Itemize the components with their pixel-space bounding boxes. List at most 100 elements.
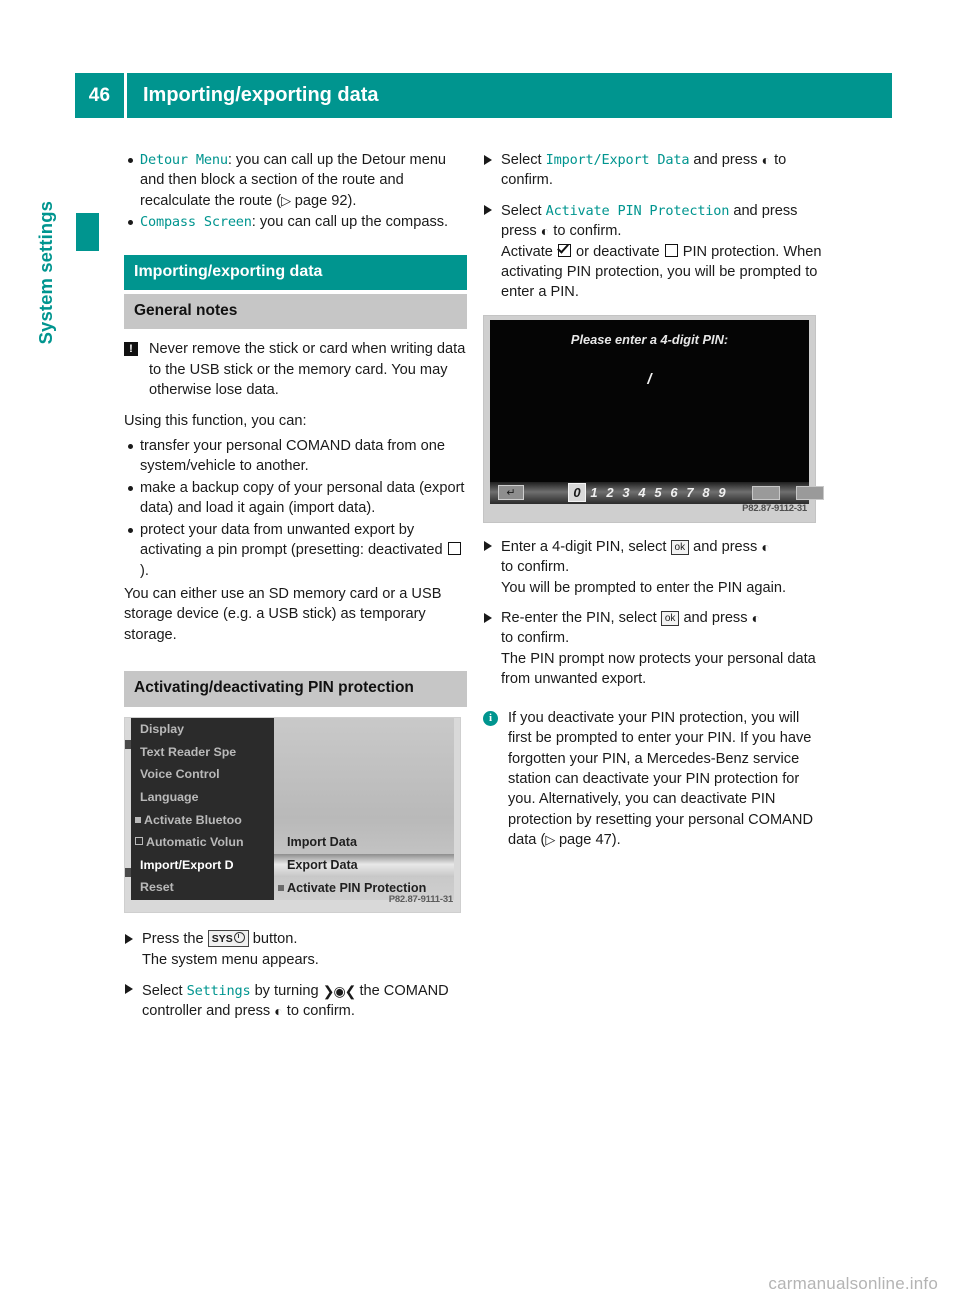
step-result: You will be prompted to enter the PIN ag… <box>501 579 787 596</box>
controller-press-icon: ◐ <box>751 610 761 627</box>
menu-item-label: Import/Export D <box>140 857 234 872</box>
intro-paragraph: Using this function, you can: <box>124 412 307 429</box>
submenu-item-export-data[interactable]: Export Data <box>274 854 454 878</box>
menu-item-label: Activate Bluetoo <box>144 812 242 827</box>
section-heading-importing-exporting-data: Importing/exporting data <box>124 254 467 291</box>
subsection-heading-general-notes: General notes <box>124 294 467 330</box>
instruction-step: Select Activate PIN Protection and press… <box>483 201 826 303</box>
watermark: carmanualsonline.info <box>768 1274 938 1293</box>
screenshot-caption: P82.87-9111-31 <box>388 893 453 905</box>
step-text: Select <box>501 152 542 168</box>
screenshot-caption: P82.87-9112-31 <box>742 503 807 515</box>
menu-item[interactable]: Automatic Volun <box>131 831 274 854</box>
step-text: Select <box>142 982 183 999</box>
menu-item[interactable]: Voice Control <box>131 763 274 786</box>
step-text-tail: to confirm. <box>501 630 570 647</box>
step-marker-icon <box>125 933 133 944</box>
step-extra-mid: or deactivate <box>576 243 660 260</box>
pin-cursor: / <box>647 370 652 388</box>
menu-term-settings: Settings <box>186 982 251 999</box>
pin-digit[interactable]: 9 <box>714 483 730 503</box>
pin-digit[interactable]: 7 <box>682 483 698 503</box>
instruction-step: Re-enter the PIN, select ok and press ◐ … <box>483 608 826 690</box>
pin-digit[interactable]: 5 <box>650 483 666 503</box>
menu-term-compass-screen: Compass Screen <box>140 214 252 231</box>
controller-press-icon: ◐ <box>540 223 550 240</box>
ok-button-icon: ok <box>660 611 680 627</box>
menu-item-label: Display <box>140 722 185 737</box>
controller-press-icon: ◐ <box>761 538 770 555</box>
page-number: 46 <box>88 84 111 106</box>
menu-term-import-export-data: Import/Export Data <box>545 152 690 168</box>
sys-button-icon: SYS <box>207 930 249 948</box>
pin-digit-row: 0 1 2 3 4 5 6 7 8 9 <box>568 483 730 503</box>
checkbox-unchecked-icon <box>664 243 678 257</box>
step-text-press-label: press <box>501 223 537 240</box>
step-text-mid: and press <box>693 538 758 555</box>
checkbox-unchecked-icon <box>135 837 143 846</box>
submenu-item-import-data[interactable]: Import Data <box>274 831 454 854</box>
pin-digit[interactable]: 1 <box>586 483 602 503</box>
ok-button-icon: ok <box>670 539 690 555</box>
step-marker-icon <box>484 612 492 623</box>
list-item: transfer your personal COMAND data from … <box>124 436 467 477</box>
comand-menu-screenshot: Display Text Reader Spe Voice Control La… <box>124 717 461 914</box>
controller-press-icon: ◐ <box>761 152 771 168</box>
menu-term-detour-menu: Detour Menu <box>140 152 228 168</box>
step-text: Re-enter the PIN, select <box>501 610 657 627</box>
menu-item[interactable]: Reset <box>131 876 274 899</box>
menu-item[interactable]: Display <box>131 718 274 741</box>
pin-digit[interactable]: 2 <box>602 483 618 503</box>
list-item: Detour Menu: you can call up the Detour … <box>124 150 467 211</box>
menu-item-label: Language <box>140 789 199 804</box>
menu-term-activate-pin-protection: Activate PIN Protection <box>545 202 730 219</box>
page-ref-arrow-icon: ▷ <box>281 192 295 208</box>
menu-item-selected[interactable]: Import/Export D <box>131 854 274 877</box>
step-extra-pre: Activate <box>501 243 553 260</box>
step-text-mid: by turning <box>254 982 319 999</box>
menu-item[interactable]: Activate Bluetoo <box>131 809 274 832</box>
pin-prompt-text: Please enter a 4-digit PIN: <box>570 331 729 347</box>
page-reference: page 92 <box>294 192 348 209</box>
pin-digit[interactable]: 8 <box>698 483 714 503</box>
pin-digit[interactable]: 6 <box>666 483 682 503</box>
menu-left-panel: Display Text Reader Spe Voice Control La… <box>131 718 274 901</box>
pin-digit-selected[interactable]: 0 <box>568 483 586 503</box>
pin-digit[interactable]: 4 <box>634 483 650 503</box>
step-text-mid: and press <box>683 610 748 627</box>
list-item-text: protect your data from unwanted export b… <box>140 521 443 559</box>
menu-item[interactable]: Language <box>131 786 274 809</box>
list-item-tail: ). <box>140 562 149 579</box>
warning-note-text: Never remove the stick or card when writ… <box>149 341 466 399</box>
submenu-item-label: Import Data <box>287 835 357 850</box>
pin-delete-icon[interactable] <box>752 485 780 500</box>
step-marker-icon <box>484 205 492 216</box>
subsection-heading-pin-protection: Activating/deactivating PIN protection <box>124 671 467 708</box>
page-title: Importing/exporting data <box>143 84 379 106</box>
menu-item-label: Text Reader Spe <box>140 744 237 759</box>
backspace-icon[interactable] <box>498 483 524 504</box>
step-text: Press the <box>142 931 204 948</box>
checkbox-unchecked-icon <box>447 542 461 556</box>
instruction-step: Press the SYS button. The system menu ap… <box>124 929 467 970</box>
step-marker-icon <box>484 154 492 165</box>
list-item-text: make a backup copy of your personal data… <box>140 479 465 517</box>
instruction-step: Select Settings by turning ❯◉❮ the COMAN… <box>124 980 467 1022</box>
step-text: Enter a 4-digit PIN, select <box>501 538 667 555</box>
section-tab-label: System settings <box>35 201 56 345</box>
page-header: 46 Importing/exporting data <box>75 73 892 118</box>
step-text: Select <box>501 202 542 219</box>
info-note-text: If you deactivate your PIN protection, y… <box>508 709 813 849</box>
menu-right-panel: Import Data Export Data Activate PIN Pro… <box>274 718 454 901</box>
step-text-tail: to confirm. <box>501 559 570 576</box>
pin-digit[interactable]: 3 <box>618 483 634 503</box>
list-item: Compass Screen: you can call up the comp… <box>124 212 467 232</box>
step-text-mid: and press <box>733 202 798 219</box>
menu-item[interactable]: Text Reader Spe <box>131 741 274 764</box>
pin-ok-icon[interactable] <box>796 485 824 500</box>
step-result: The system menu appears. <box>142 951 319 968</box>
instruction-step: Select Import/Export Data and press ◐ to… <box>483 150 826 191</box>
step-text-tail: to confirm. <box>286 1003 355 1020</box>
page-ref-arrow-icon: ▷ <box>545 832 559 848</box>
controller-press-icon: ◐ <box>274 1003 283 1020</box>
